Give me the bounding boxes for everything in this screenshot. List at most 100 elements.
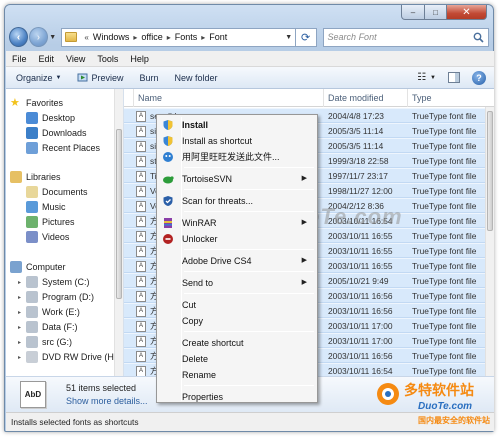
- antivirus-shield-icon: [163, 196, 173, 206]
- menu-view[interactable]: View: [66, 54, 85, 64]
- expand-arrow-icon[interactable]: ▸: [18, 309, 26, 316]
- context-menu-item-scan-for-threats[interactable]: Scan for threats...: [159, 193, 315, 209]
- column-date-modified[interactable]: Date modified: [324, 89, 408, 107]
- drive-icon: [26, 321, 38, 333]
- column-spacer: [124, 89, 134, 107]
- drive-icon: [26, 276, 38, 288]
- menu-tools[interactable]: Tools: [97, 54, 118, 64]
- context-menu-item-rename[interactable]: Rename: [159, 367, 315, 383]
- expand-arrow-icon[interactable]: ▸: [18, 354, 26, 361]
- file-date: 2003/10/11 17:00: [328, 321, 393, 331]
- preview-button[interactable]: Preview: [77, 72, 124, 83]
- menu-edit[interactable]: Edit: [39, 54, 55, 64]
- nav-item-favorites[interactable]: ★ Favorites: [10, 97, 63, 109]
- nav-item-pictures[interactable]: Pictures: [18, 216, 75, 228]
- context-menu-item-properties[interactable]: Properties: [159, 389, 315, 405]
- nav-item-computer[interactable]: Computer: [10, 261, 66, 273]
- context-menu-item-install[interactable]: Install: [159, 117, 315, 133]
- context-menu-item-adobe-drive-cs4[interactable]: Adobe Drive CS4 ▶: [159, 253, 315, 269]
- submenu-arrow-icon: ▶: [301, 219, 307, 226]
- nav-item-documents[interactable]: Documents: [18, 186, 88, 198]
- context-menu-label: Properties: [182, 392, 224, 402]
- nav-item-recent-places[interactable]: Recent Places: [18, 142, 100, 154]
- column-name[interactable]: Name: [134, 89, 324, 107]
- context-menu-item-winrar[interactable]: WinRAR ▶: [159, 215, 315, 231]
- nav-item-program-d[interactable]: ▸ Program (D:): [18, 291, 94, 303]
- font-file-icon: A: [136, 231, 146, 242]
- file-list-scrollbar[interactable]: [485, 107, 494, 376]
- breadcrumb-chevron-icon[interactable]: ▸: [201, 33, 205, 42]
- forward-button[interactable]: ›: [28, 27, 48, 47]
- scrollbar-thumb[interactable]: [116, 129, 122, 299]
- context-menu-item-send-with-aliwangwang[interactable]: 用阿里旺旺发送此文件...: [159, 149, 315, 165]
- expand-arrow-icon[interactable]: ▸: [18, 339, 26, 346]
- breadcrumb-chevron-icon[interactable]: ▸: [167, 33, 171, 42]
- nav-item-desktop[interactable]: Desktop: [18, 112, 75, 124]
- organize-button[interactable]: Organize ▼: [16, 73, 61, 83]
- nav-item-dvd-rw-drive-h[interactable]: ▸ DVD RW Drive (H: [18, 351, 114, 363]
- search-icon[interactable]: [470, 29, 488, 46]
- font-file-icon: A: [136, 171, 146, 182]
- nav-item-system-c[interactable]: ▸ System (C:): [18, 276, 90, 288]
- search-input[interactable]: Search Font: [322, 27, 489, 47]
- expand-arrow-icon[interactable]: ▸: [18, 279, 26, 286]
- font-file-icon: A: [136, 336, 146, 347]
- context-menu-label: Delete: [182, 354, 209, 364]
- file-date: 2003/10/11 16:56: [328, 291, 393, 301]
- breadcrumb-windows[interactable]: Windows: [93, 32, 130, 42]
- navigation-scrollbar[interactable]: [114, 89, 123, 376]
- nav-item-work-e[interactable]: ▸ Work (E:): [18, 306, 80, 318]
- breadcrumb-chevron-icon[interactable]: ▸: [133, 33, 137, 42]
- minimize-button[interactable]: –: [401, 5, 425, 20]
- nav-item-data-f[interactable]: ▸ Data (F:): [18, 321, 78, 333]
- context-menu-item-tortoisesvn[interactable]: TortoiseSVN ▶: [159, 171, 315, 187]
- nav-item-videos[interactable]: Videos: [18, 231, 69, 243]
- context-menu-label: Send to: [182, 278, 214, 288]
- menu-help[interactable]: Help: [130, 54, 149, 64]
- context-menu-item-create-shortcut[interactable]: Create shortcut: [159, 335, 315, 351]
- menu-file[interactable]: File: [12, 54, 27, 64]
- address-bar[interactable]: « Windows ▸ office ▸ Fonts ▸ Font ▼: [61, 27, 296, 47]
- context-menu-item-delete[interactable]: Delete: [159, 351, 315, 367]
- new-folder-button[interactable]: New folder: [175, 73, 218, 83]
- breadcrumb-office[interactable]: office: [141, 32, 162, 42]
- context-menu-item-copy[interactable]: Copy: [159, 313, 315, 329]
- new-folder-label: New folder: [174, 72, 218, 83]
- show-more-details-link[interactable]: Show more details...: [66, 396, 148, 406]
- nav-item-src-g[interactable]: ▸ src (G:): [18, 336, 72, 348]
- context-menu-item-cut[interactable]: Cut: [159, 297, 315, 313]
- context-menu-item-unlocker[interactable]: Unlocker: [159, 231, 315, 247]
- breadcrumb-overflow[interactable]: «: [84, 33, 88, 42]
- refresh-icon[interactable]: ⟳: [295, 27, 317, 47]
- expand-arrow-icon[interactable]: ▸: [18, 294, 26, 301]
- file-type: TrueType font file: [412, 306, 477, 316]
- nav-item-libraries[interactable]: Libraries: [10, 171, 61, 183]
- nav-item-downloads[interactable]: Downloads: [18, 127, 87, 139]
- expand-arrow-icon[interactable]: ▸: [18, 324, 26, 331]
- burn-button[interactable]: Burn: [140, 73, 159, 83]
- view-dropdown-icon[interactable]: ▼: [430, 75, 436, 81]
- nav-item-music[interactable]: Music: [18, 201, 66, 213]
- address-history-dropdown-icon[interactable]: ▼: [283, 34, 295, 41]
- column-type[interactable]: Type: [408, 89, 494, 107]
- breadcrumb-font[interactable]: Font: [209, 32, 227, 42]
- nav-item-label: Music: [42, 202, 66, 212]
- recent-pages-dropdown-icon[interactable]: ▼: [48, 34, 57, 41]
- nav-item-label: Data (F:): [42, 322, 78, 332]
- maximize-button[interactable]: □: [425, 5, 447, 20]
- context-menu-item-send-to[interactable]: Send to ▶: [159, 275, 315, 291]
- context-menu-label: Scan for threats...: [182, 196, 254, 206]
- context-menu-item-install-as-shortcut[interactable]: Install as shortcut: [159, 133, 315, 149]
- change-view-icon[interactable]: ☷: [417, 72, 426, 83]
- back-button[interactable]: ‹: [9, 27, 28, 47]
- font-file-icon: A: [136, 261, 146, 272]
- context-menu-label: Unlocker: [182, 234, 218, 244]
- help-icon[interactable]: ?: [472, 70, 486, 85]
- font-file-icon: A: [136, 201, 146, 212]
- scrollbar-thumb[interactable]: [487, 111, 493, 231]
- videos-icon: [26, 231, 38, 243]
- preview-pane-icon[interactable]: [448, 72, 460, 83]
- file-type: TrueType font file: [412, 351, 477, 361]
- breadcrumb-fonts[interactable]: Fonts: [175, 32, 198, 42]
- close-button[interactable]: ✕: [447, 5, 487, 20]
